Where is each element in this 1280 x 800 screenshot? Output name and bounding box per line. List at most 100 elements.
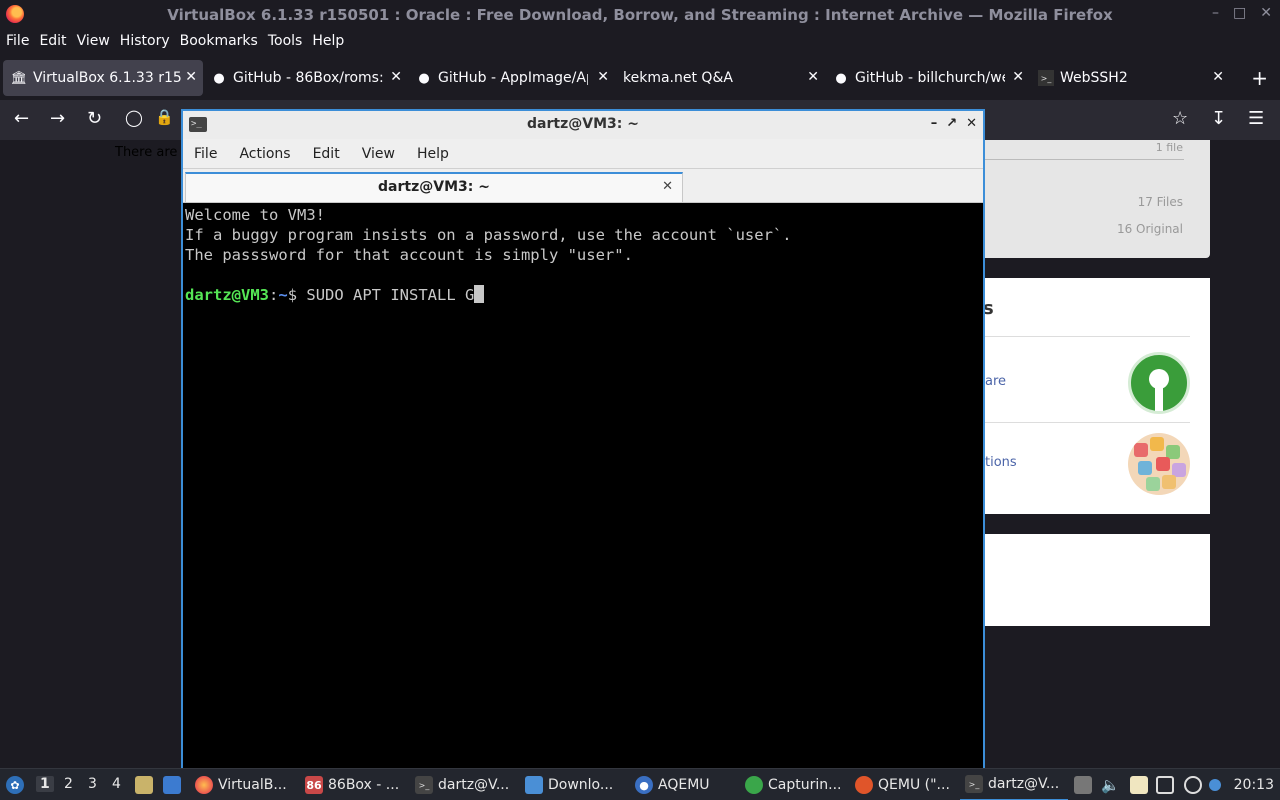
tray-updates[interactable] [1184,769,1207,800]
content-panel [985,534,1210,626]
collection-logo-icon[interactable] [1128,433,1190,495]
tab-github-86box-roms[interactable]: ● GitHub - 86Box/roms: ROMs ✕ [203,60,408,96]
menu-help[interactable]: Help [417,146,449,162]
tab-label: VirtualBox 6.1.33 r150501 [33,70,181,86]
menu-file[interactable]: File [6,33,29,49]
menu-tools[interactable]: Tools [268,33,303,49]
maximize-icon[interactable]: ↗ [946,116,957,131]
terminal-output[interactable]: Welcome to VM3! If a buggy program insis… [185,205,981,771]
terminal-icon: >_ [415,776,433,794]
prompt-path: ~ [278,286,288,304]
taskbar-item-label: VirtualB... [218,777,287,793]
taskbar-item-86box[interactable]: 86 86Box - ... [305,769,399,800]
close-tab-icon[interactable]: ✕ [1012,69,1024,85]
firefox-icon [195,776,213,794]
tab-virtualbox[interactable]: 🏛 VirtualBox 6.1.33 r150501 ✕ [3,60,203,96]
taskbar-item-terminal-active[interactable]: >_ dartz@V... [960,769,1068,800]
github-icon: ● [213,70,225,86]
menu-actions[interactable]: Actions [239,146,290,162]
prompt-symbol: $ [287,286,307,304]
download-icon[interactable]: ↧ [1211,108,1226,129]
terminal-window[interactable]: >_ dartz@VM3: ~ – ↗ ✕ File Actions Edit … [181,109,985,771]
reload-icon[interactable]: ↻ [87,108,102,129]
workspace-4[interactable]: 4 [112,776,121,792]
tab-github-webssh2[interactable]: ● GitHub - billchurch/webssh2 ✕ [825,60,1030,96]
tray-monitor[interactable] [1074,769,1097,800]
menu-help[interactable]: Help [312,33,344,49]
update-icon [1184,776,1202,794]
close-tab-icon[interactable]: ✕ [662,179,673,194]
github-icon: ● [418,70,430,86]
workspace-1[interactable]: 1 [36,776,54,792]
close-tab-icon[interactable]: ✕ [1212,69,1224,85]
start-menu-button[interactable]: ✿ [6,769,29,800]
tray-volume[interactable]: 🔈 [1101,769,1120,800]
files-original-link[interactable]: 16 Original [1117,222,1183,236]
close-icon[interactable]: ✕ [1260,5,1272,21]
tab-kekma[interactable]: kekma.net Q&A ✕ [615,60,825,96]
menu-bookmarks[interactable]: Bookmarks [180,33,258,49]
quicklaunch-desktop[interactable] [163,769,186,800]
workspace-3[interactable]: 3 [88,776,97,792]
menu-edit[interactable]: Edit [313,146,340,162]
menu-edit[interactable]: Edit [39,33,66,49]
related-panel: s are tions [983,278,1210,514]
minimize-icon[interactable]: – [931,116,938,131]
close-tab-icon[interactable]: ✕ [807,69,819,85]
quicklaunch-files[interactable] [135,769,158,800]
lock-icon[interactable]: 🔒 [155,108,174,126]
qemu-icon [855,776,873,794]
menu-view[interactable]: View [362,146,395,162]
close-tab-icon[interactable]: ✕ [185,69,197,85]
prompt-user-host: dartz@VM3 [185,286,269,304]
terminal-tab[interactable]: dartz@VM3: ~ ✕ [185,172,683,202]
taskbar-item-terminal[interactable]: >_ dartz@V... [415,769,509,800]
files-total-link[interactable]: 17 Files [1138,195,1183,209]
taskbar-item-aqemu[interactable]: ● AQEMU [635,769,710,800]
minimize-icon[interactable]: – [1212,5,1219,21]
archive-icon: 🏛 [10,70,28,86]
related-link[interactable]: are [985,374,1006,389]
taskbar-item-virtualbox[interactable]: VirtualB... [195,769,287,800]
workspace-2[interactable]: 2 [64,776,73,792]
forward-icon[interactable]: → [50,108,65,129]
taskbar-item-label: dartz@V... [438,777,510,793]
prompt-colon: : [269,286,279,304]
hamburger-menu-icon[interactable]: ☰ [1248,108,1264,129]
related-link[interactable]: tions [985,455,1017,470]
tray-network[interactable] [1156,769,1179,800]
tray-clipboard[interactable] [1130,769,1153,800]
typed-command: SUDO APT INSTALL G [306,286,475,304]
close-icon[interactable]: ✕ [966,116,977,131]
taskbar-clock[interactable]: 20:13 [1234,777,1274,793]
shield-icon[interactable]: ◯ [125,108,143,127]
divider [985,422,1190,423]
close-tab-icon[interactable]: ✕ [597,69,609,85]
tray-notifications[interactable] [1209,769,1226,800]
bookmark-star-icon[interactable]: ☆ [1172,108,1188,129]
tab-github-appimage[interactable]: ● GitHub - AppImage/AppImageKit ✕ [408,60,615,96]
menu-file[interactable]: File [194,146,217,162]
menu-history[interactable]: History [120,33,170,49]
close-tab-icon[interactable]: ✕ [390,69,402,85]
page-text: There are [115,145,178,160]
taskbar-item-qemu[interactable]: QEMU ("... [855,769,950,800]
taskbar-item-label: AQEMU [658,777,710,793]
tab-label: GitHub - 86Box/roms: ROMs [233,70,383,86]
new-tab-button[interactable]: + [1251,66,1268,90]
taskbar-item-downloads[interactable]: Downlo... [525,769,613,800]
restore-icon[interactable]: □ [1233,5,1246,21]
tab-webssh2[interactable]: >_ WebSSH2 ✕ [1030,60,1230,96]
tab-label: GitHub - AppImage/AppImageKit [438,70,588,86]
terminal-window-controls: – ↗ ✕ [931,116,977,131]
network-icon [1156,776,1174,794]
back-icon[interactable]: ← [14,108,29,129]
terminal-prompt-line[interactable]: dartz@VM3:~$ SUDO APT INSTALL G [185,285,981,305]
files-panel: 1 file 17 Files 16 Original [985,140,1210,258]
taskbar-item-capture[interactable]: Capturin... [745,769,841,800]
open-source-logo-icon[interactable] [1128,352,1190,414]
file-count-link[interactable]: 1 file [1156,141,1183,154]
menu-view[interactable]: View [77,33,110,49]
terminal-titlebar[interactable]: >_ dartz@VM3: ~ – ↗ ✕ [183,111,983,139]
folder-icon [525,776,543,794]
